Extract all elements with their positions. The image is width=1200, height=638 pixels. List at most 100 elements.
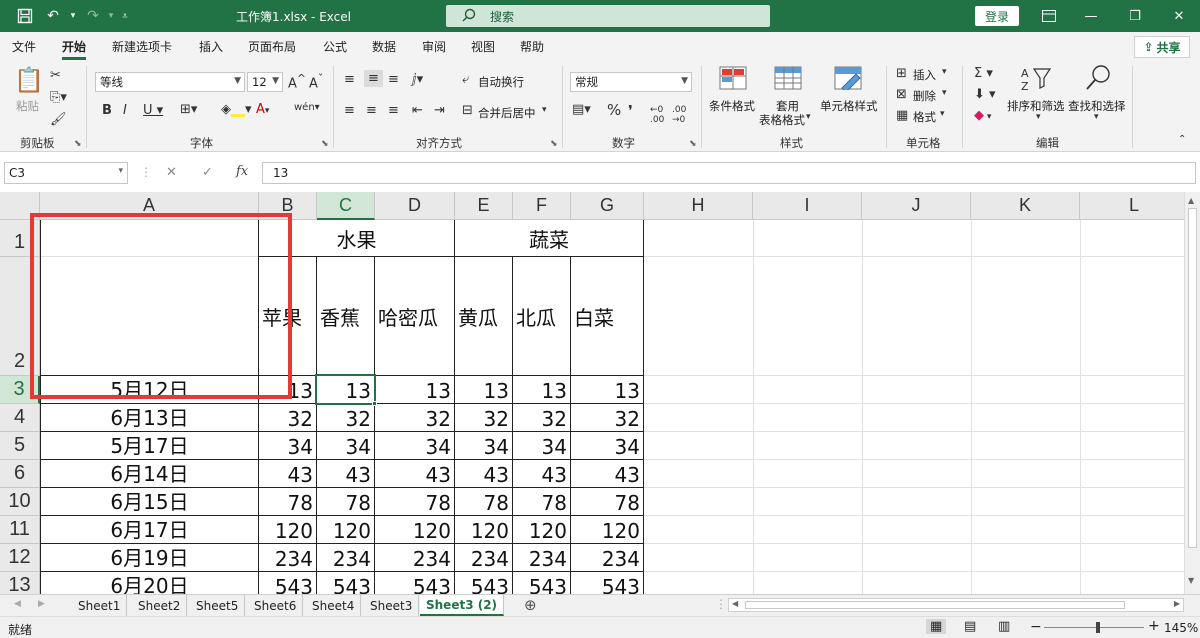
phonetic-icon[interactable]: wén▾ [294, 102, 320, 113]
scroll-left-icon[interactable]: ◀ [732, 599, 738, 608]
column-header-l[interactable]: L [1080, 192, 1184, 220]
fill-handle[interactable] [372, 401, 377, 406]
date-cell[interactable]: 6月14日 [41, 460, 258, 487]
wrap-text-icon[interactable]: ⤶ [462, 72, 469, 87]
value-cell[interactable]: 78 [259, 488, 316, 515]
delete-cells-icon[interactable]: ⊠ [896, 87, 907, 102]
column-header-e[interactable]: E [455, 192, 513, 220]
share-button[interactable]: ⇪共享 [1134, 36, 1190, 58]
align-center-icon[interactable]: ≡ [366, 103, 377, 118]
shrink-font-icon[interactable]: Aˇ [309, 72, 323, 91]
hscroll-thumb[interactable] [745, 601, 1125, 609]
sheet-tab[interactable]: Sheet3 (2) [420, 595, 504, 616]
row-header-6[interactable]: 6 [0, 460, 40, 488]
value-cell[interactable]: 78 [513, 488, 570, 515]
align-top-icon[interactable]: ≡ [344, 72, 355, 87]
number-format-combo[interactable]: 常规▼ [570, 72, 692, 92]
format-as-table-label-2[interactable]: 表格格式 [759, 112, 805, 128]
tab-insert[interactable]: 插入 [199, 38, 223, 55]
underline-icon[interactable]: U ▾ [143, 103, 163, 118]
enter-icon[interactable]: ✓ [202, 165, 213, 180]
value-cell[interactable]: 43 [571, 460, 643, 487]
sheet-tab[interactable]: Sheet2 [132, 595, 187, 616]
header-item[interactable]: 北瓜 [513, 257, 570, 375]
increase-indent-icon[interactable]: ⇥ [434, 103, 445, 118]
active-cell-c3[interactable] [315, 374, 376, 405]
chevron-down-icon[interactable]: ▾ [940, 109, 945, 119]
chevron-down-icon[interactable]: ▾ [942, 88, 947, 98]
value-cell[interactable]: 234 [571, 544, 643, 571]
value-cell[interactable]: 234 [259, 544, 316, 571]
save-icon[interactable] [14, 6, 36, 26]
value-cell[interactable]: 34 [455, 432, 512, 459]
date-cell[interactable]: 6月13日 [41, 404, 258, 431]
scroll-right-icon[interactable]: ▶ [1174, 599, 1180, 608]
format-painter-icon[interactable]: 🖌 [50, 112, 67, 127]
date-cell[interactable]: 6月17日 [41, 516, 258, 543]
decrease-decimal-icon[interactable]: .00→0 [672, 105, 686, 125]
cell-styles-label[interactable]: 单元格样式 [820, 98, 878, 114]
value-cell[interactable]: 120 [375, 516, 454, 543]
clear-icon[interactable]: ◆ ▾ [974, 108, 991, 123]
cut-icon[interactable]: ✂ [50, 68, 61, 83]
tab-help[interactable]: 帮助 [520, 38, 544, 55]
value-cell[interactable]: 34 [317, 432, 374, 459]
tab-new[interactable]: 新建选项卡 [112, 38, 172, 55]
value-cell[interactable]: 120 [455, 516, 512, 543]
sort-filter-icon[interactable]: AZ [1020, 66, 1052, 96]
value-cell[interactable]: 78 [455, 488, 512, 515]
column-header-i[interactable]: I [753, 192, 862, 220]
percent-icon[interactable]: % [607, 101, 621, 119]
insert-cells-icon[interactable]: ⊞ [896, 66, 907, 81]
tab-formulas[interactable]: 公式 [323, 38, 347, 55]
column-header-k[interactable]: K [971, 192, 1080, 220]
sheet-tab[interactable]: Sheet1 [72, 595, 127, 616]
zoom-slider[interactable] [1044, 627, 1144, 628]
italic-icon[interactable]: I [123, 103, 127, 118]
chevron-down-icon[interactable]: ▾ [1094, 112, 1099, 122]
value-cell[interactable]: 78 [571, 488, 643, 515]
borders-icon[interactable]: ⊞▾ [180, 102, 197, 117]
scroll-thumb[interactable] [1188, 208, 1197, 548]
scroll-down-icon[interactable]: ▼ [1188, 576, 1194, 585]
vertical-scrollbar[interactable]: ▲ ▼ [1184, 192, 1200, 594]
value-cell[interactable]: 34 [513, 432, 570, 459]
currency-icon[interactable]: ▤▾ [572, 102, 591, 117]
autosum-icon[interactable]: Σ ▾ [974, 66, 993, 81]
tab-review[interactable]: 审阅 [422, 38, 446, 55]
row-header-4[interactable]: 4 [0, 404, 40, 432]
value-cell[interactable]: 43 [513, 460, 570, 487]
value-cell[interactable]: 43 [259, 460, 316, 487]
page-break-view-icon[interactable]: ▥ [998, 619, 1010, 634]
tab-data[interactable]: 数据 [372, 38, 396, 55]
paste-label[interactable]: 粘贴 [16, 98, 39, 114]
column-header-f[interactable]: F [513, 192, 571, 220]
chevron-down-icon[interactable]: ▾ [942, 67, 947, 77]
value-cell[interactable]: 43 [375, 460, 454, 487]
sheet-tab[interactable]: Sheet6 [248, 595, 303, 616]
value-cell[interactable]: 32 [375, 404, 454, 431]
zoom-out-icon[interactable]: − [1030, 619, 1042, 635]
value-cell[interactable]: 543 [317, 572, 374, 594]
value-cell[interactable]: 120 [513, 516, 570, 543]
font-color-icon[interactable]: A▾ [256, 102, 269, 117]
header-item[interactable]: 黄瓜 [455, 257, 512, 375]
value-cell[interactable]: 13 [375, 376, 454, 403]
conditional-format-icon[interactable] [719, 66, 747, 94]
value-cell[interactable]: 120 [317, 516, 374, 543]
collapse-ribbon-icon[interactable]: ⌃ [1178, 134, 1186, 145]
insert-function-icon[interactable]: fx [236, 164, 248, 179]
value-cell[interactable]: 120 [259, 516, 316, 543]
comma-icon[interactable]: ❜ [628, 102, 633, 120]
align-right-icon[interactable]: ≡ [388, 103, 399, 118]
add-sheet-icon[interactable]: ⊕ [524, 596, 537, 614]
sheet-tab[interactable]: Sheet4 [306, 595, 361, 616]
value-cell[interactable]: 543 [571, 572, 643, 594]
value-cell[interactable]: 120 [571, 516, 643, 543]
increase-decimal-icon[interactable]: ←0.00 [650, 105, 664, 125]
search-box[interactable]: 搜索 [446, 5, 770, 27]
row-header-13[interactable]: 13 [0, 572, 40, 594]
undo-icon[interactable]: ↶ [42, 6, 64, 26]
tab-page-layout[interactable]: 页面布局 [248, 38, 296, 55]
column-header-d[interactable]: D [375, 192, 455, 220]
